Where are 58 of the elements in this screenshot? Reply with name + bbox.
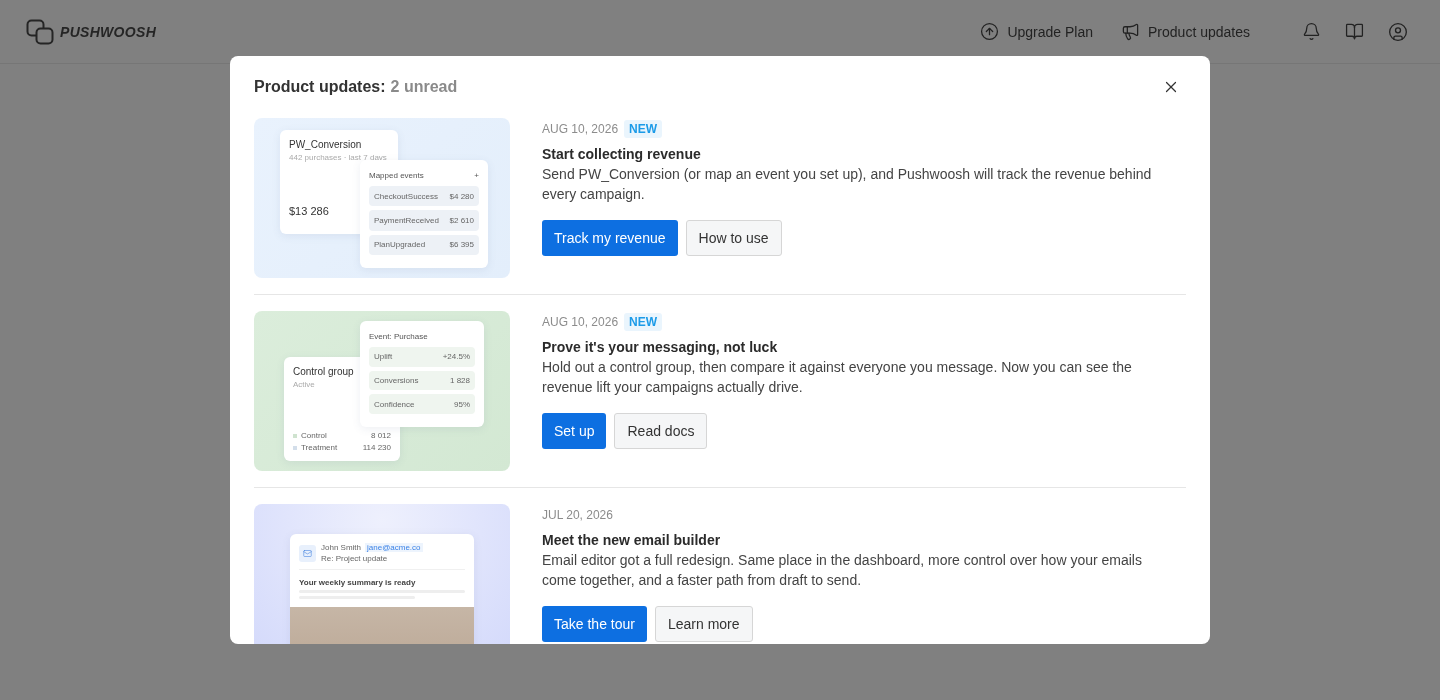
mail-icon: [299, 544, 316, 562]
panel-title: Event: Purchase: [369, 332, 428, 341]
primary-button[interactable]: Track my revenue: [542, 220, 678, 256]
metric-value: +24.5%: [442, 352, 470, 362]
card-title: PW_Conversion: [289, 139, 363, 150]
legend-value: 114 230: [362, 443, 391, 452]
logo-text: PUSHWOOSH: [60, 23, 157, 40]
logo-icon: [26, 18, 54, 45]
amount-text: $13 286: [289, 205, 330, 217]
panel-title: Mapped events: [369, 171, 424, 180]
update-title: Start collecting revenue: [542, 145, 702, 164]
secondary-button[interactable]: How to use: [685, 220, 782, 256]
new-badge: NEW: [624, 313, 663, 331]
secondary-button[interactable]: Learn more: [654, 606, 753, 642]
event-value: $2 610: [449, 216, 474, 225]
plus-text: +: [474, 171, 479, 180]
profile-button[interactable]: [1388, 21, 1408, 42]
date-text: JUL 20, 2026: [542, 508, 613, 522]
update-description: Email editor got a full redesign. Same place in the dashboard, more control over how your emails come together, and a faster path from draft to send.: [542, 551, 1143, 590]
date-text: AUG 10, 2026: [542, 122, 619, 136]
update-title: Meet the new email builder: [542, 531, 722, 550]
update-title: Prove it's your messaging, not luck: [542, 338, 779, 357]
update-description: Hold out a control group, then compare it against everyone you message. Now you can see the revenue lift your campaigns actually drive.: [542, 358, 1133, 397]
primary-button[interactable]: Set up: [542, 413, 607, 449]
unread-count: 2 unread: [390, 78, 458, 96]
card-title: Control group: [293, 366, 355, 377]
legend-label: Control: [301, 431, 328, 440]
book-icon: [1345, 22, 1364, 41]
event-value: $4 280: [449, 191, 474, 201]
email-address: jane@acme.co: [365, 543, 423, 552]
sender-name: John Smith: [321, 543, 362, 552]
dialog-title: Product updates:: [254, 78, 386, 96]
legend-value: 8 012: [370, 431, 391, 440]
event-name: PaymentReceived: [374, 216, 439, 225]
docs-button[interactable]: [1345, 22, 1364, 41]
metric-value: 1 828: [449, 376, 470, 385]
event-value: $6 395: [449, 240, 474, 250]
new-badge: NEW: [624, 120, 663, 138]
bell-icon: [1302, 22, 1321, 41]
megaphone-icon: [1121, 22, 1141, 41]
notifications-button[interactable]: [1302, 22, 1321, 41]
event-name: CheckoutSuccess: [374, 191, 439, 201]
email-subject: Re: Project update: [321, 554, 389, 563]
update-description: Send PW_Conversion (or map an event you set up), and Pushwoosh will track the revenue behind every campaign.: [542, 165, 1153, 204]
product-updates-button[interactable]: Product updates: [1121, 22, 1250, 41]
metric-name: Uplift: [374, 352, 393, 362]
secondary-button[interactable]: Read docs: [614, 413, 708, 449]
metric-name: Conversions: [374, 376, 419, 385]
legend-label: Treatment: [301, 443, 339, 452]
email-heading: Your weekly summary is ready: [299, 578, 417, 587]
arrow-up-icon: [980, 22, 1000, 41]
metric-value: 95%: [454, 399, 470, 409]
upgrade-plan-button[interactable]: Upgrade Plan: [980, 22, 1094, 41]
primary-button[interactable]: Take the tour: [542, 606, 647, 642]
event-name: PlanUpgraded: [374, 240, 426, 250]
user-icon: [1388, 21, 1408, 42]
metric-name: Confidence: [374, 399, 415, 409]
date-text: AUG 10, 2026: [542, 315, 619, 329]
